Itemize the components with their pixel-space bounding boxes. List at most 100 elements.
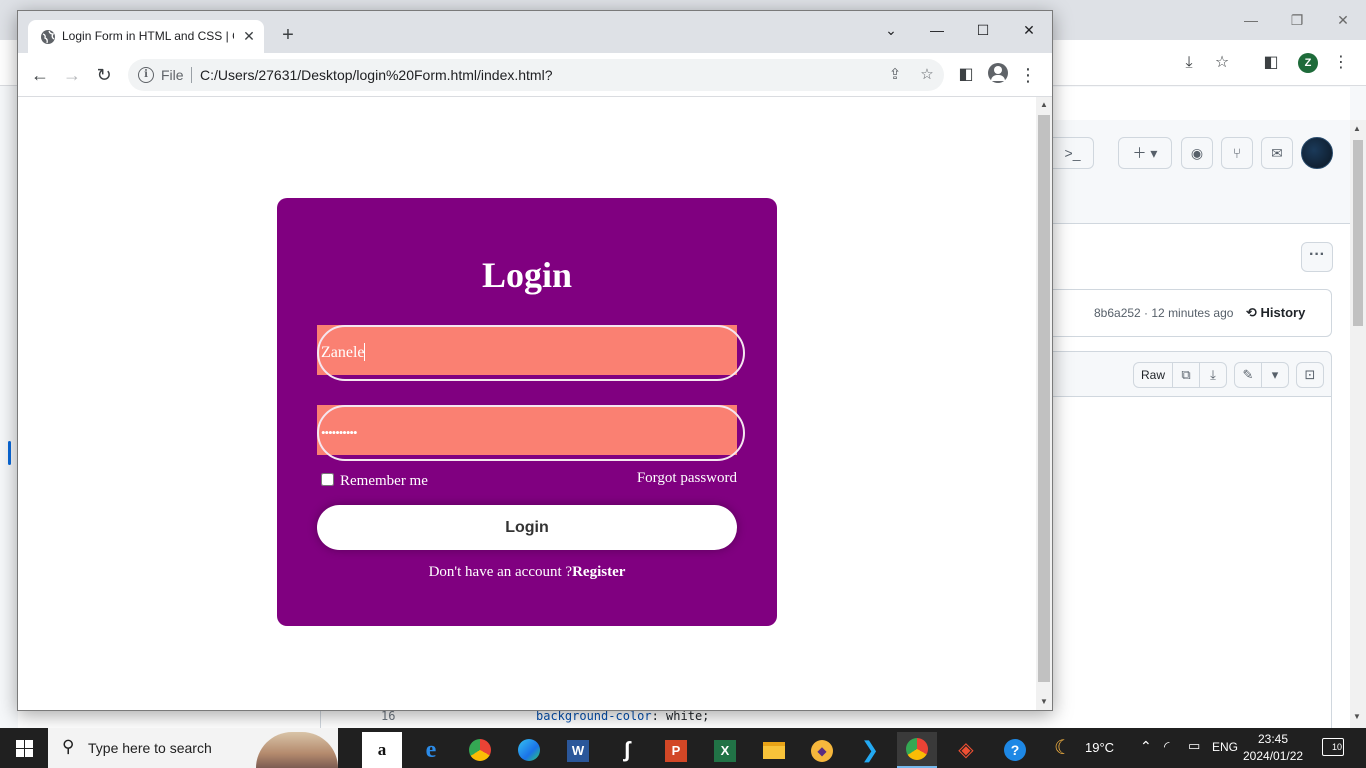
install-app-icon[interactable]: ⤓ (1178, 52, 1200, 74)
meet-icon[interactable]: ▭ (1188, 738, 1200, 754)
code-text: background-color: white; (536, 709, 709, 723)
bookmark-star-icon[interactable]: ☆ (1211, 52, 1233, 74)
register-link[interactable]: Register (572, 564, 625, 580)
more-options-icon[interactable]: ··· (1301, 242, 1333, 272)
edit-dropdown-icon[interactable]: ▾ (1261, 362, 1289, 388)
line-number: 16 (381, 709, 396, 723)
clock-time: 23:45 (1257, 732, 1289, 746)
background-close-icon[interactable]: ✕ (1329, 8, 1357, 32)
browser-toolbar: ← → ↻ i File C:/Users/27631/Desktop/logi… (18, 53, 1052, 97)
profile-icon[interactable] (988, 63, 1008, 83)
scrollbar-thumb[interactable] (1353, 140, 1363, 326)
chrome-icon[interactable] (460, 732, 500, 768)
download-icon[interactable]: ⤓ (1199, 362, 1227, 388)
text-caret (364, 343, 365, 361)
site-info-icon[interactable]: i (138, 67, 154, 83)
taskbar-search[interactable]: ⚲ Type here to search (48, 728, 338, 768)
login-card: Login Remember me Forgot password Login … (277, 198, 777, 626)
edit-pencil-icon[interactable]: ✎ (1234, 362, 1262, 388)
vpn-icon[interactable]: ◆ (802, 732, 842, 768)
inbox-icon[interactable]: ✉ (1261, 137, 1293, 169)
back-icon[interactable]: ← (28, 63, 52, 87)
issues-icon[interactable]: ◉ (1181, 137, 1213, 169)
tab-search-chevron-icon[interactable]: ⌄ (876, 17, 906, 43)
input-language[interactable]: ENG (1212, 740, 1238, 754)
remember-me-checkbox[interactable] (321, 473, 334, 486)
remember-me-label: Remember me (340, 473, 428, 489)
login-title: Login (481, 255, 573, 295)
password-input[interactable] (317, 405, 745, 461)
forward-icon[interactable]: → (60, 63, 84, 87)
word-icon[interactable]: W (558, 732, 598, 768)
powerpoint-icon[interactable]: P (656, 732, 696, 768)
minimize-icon[interactable]: — (922, 17, 952, 43)
login-button[interactable]: Login (317, 505, 737, 550)
code-value: : white; (651, 709, 710, 723)
github-header (1052, 120, 1350, 224)
scroll-up-icon[interactable]: ▲ (1353, 124, 1361, 133)
weather-icon[interactable]: ☾ (1054, 735, 1072, 760)
tray-chevron-icon[interactable]: ⌃ (1140, 738, 1152, 755)
background-scrollbar[interactable]: ▲ ▼ (1350, 120, 1366, 728)
history-link[interactable]: ⟲ History (1246, 305, 1305, 321)
active-nav-indicator (8, 441, 11, 465)
tab-login-form[interactable]: Login Form in HTML and CSS | C ✕ (28, 20, 264, 53)
profile-avatar[interactable]: Z (1298, 53, 1318, 73)
git-icon[interactable]: ◈ (946, 732, 986, 768)
code-property: background-color (536, 709, 652, 723)
side-panel-icon[interactable]: ◧ (1260, 52, 1282, 74)
chrome-active-icon[interactable] (897, 732, 937, 768)
scrollbar-thumb[interactable] (1038, 115, 1050, 682)
maximize-icon[interactable]: ☐ (968, 17, 998, 43)
background-restore-icon[interactable]: ❐ (1283, 8, 1311, 32)
background-left-strip (0, 87, 18, 728)
username-input[interactable] (317, 325, 745, 381)
notifications-icon[interactable]: 10 (1322, 738, 1344, 756)
excel-icon[interactable]: X (705, 732, 745, 768)
scroll-down-icon[interactable]: ▼ (1040, 697, 1048, 706)
share-icon[interactable]: ⇪ (884, 65, 906, 85)
amazon-icon[interactable]: a (362, 732, 402, 768)
user-avatar[interactable] (1301, 137, 1333, 169)
remember-me[interactable]: Remember me (321, 473, 428, 490)
copy-icon[interactable]: ⧉ (1172, 362, 1200, 388)
address-bar[interactable]: i File C:/Users/27631/Desktop/login%20Fo… (128, 59, 944, 91)
pull-requests-icon[interactable]: ⑂ (1221, 137, 1253, 169)
temperature[interactable]: 19°C (1085, 740, 1114, 755)
menu-kebab-icon[interactable]: ⋮ (1016, 63, 1040, 87)
ie-icon[interactable]: e (411, 732, 451, 768)
reload-icon[interactable]: ↻ (92, 63, 116, 87)
page-scrollbar[interactable]: ▲ ▼ (1036, 97, 1052, 710)
system-clock[interactable]: 23:45 2024/01/22 (1243, 731, 1303, 765)
password-field-wrap (317, 405, 745, 461)
globe-icon (41, 30, 55, 44)
page-viewport: Login Remember me Forgot password Login … (18, 97, 1036, 710)
commit-info[interactable]: 8b6a252 · 12 minutes ago (1094, 306, 1233, 320)
new-tab-icon[interactable]: + (276, 24, 300, 48)
forgot-password-link[interactable]: Forgot password (637, 470, 737, 487)
file-explorer-icon[interactable] (754, 732, 794, 768)
close-window-icon[interactable]: ✕ (1014, 17, 1044, 43)
scroll-down-icon[interactable]: ▼ (1353, 712, 1361, 721)
vscode-icon[interactable]: ❯ (850, 732, 890, 768)
history-label: History (1260, 305, 1306, 320)
address-scheme: File (161, 67, 184, 83)
scroll-up-icon[interactable]: ▲ (1040, 100, 1048, 109)
background-minimize-icon[interactable]: — (1237, 8, 1265, 32)
network-icon[interactable]: ◜ (1164, 738, 1169, 755)
kite-icon[interactable]: ʃ (607, 732, 647, 768)
windows-start-icon[interactable] (0, 728, 48, 768)
raw-button[interactable]: Raw (1133, 362, 1173, 388)
symbols-panel-icon[interactable]: ⊡ (1296, 362, 1324, 388)
browser-menu-icon[interactable]: ⋮ (1330, 52, 1352, 74)
help-icon[interactable]: ? (995, 732, 1035, 768)
side-panel-icon[interactable]: ◧ (954, 63, 978, 87)
search-icon: ⚲ (62, 737, 75, 756)
bookmark-icon[interactable]: ☆ (916, 65, 938, 85)
create-new-button[interactable]: ＋ ▾ (1118, 137, 1172, 169)
close-tab-icon[interactable]: ✕ (240, 27, 258, 45)
notification-count: 10 (1331, 742, 1342, 752)
edge-icon[interactable] (509, 732, 549, 768)
command-palette-icon[interactable]: >_ (1052, 137, 1094, 169)
address-url[interactable]: C:/Users/27631/Desktop/login%20Form.html… (200, 67, 553, 83)
